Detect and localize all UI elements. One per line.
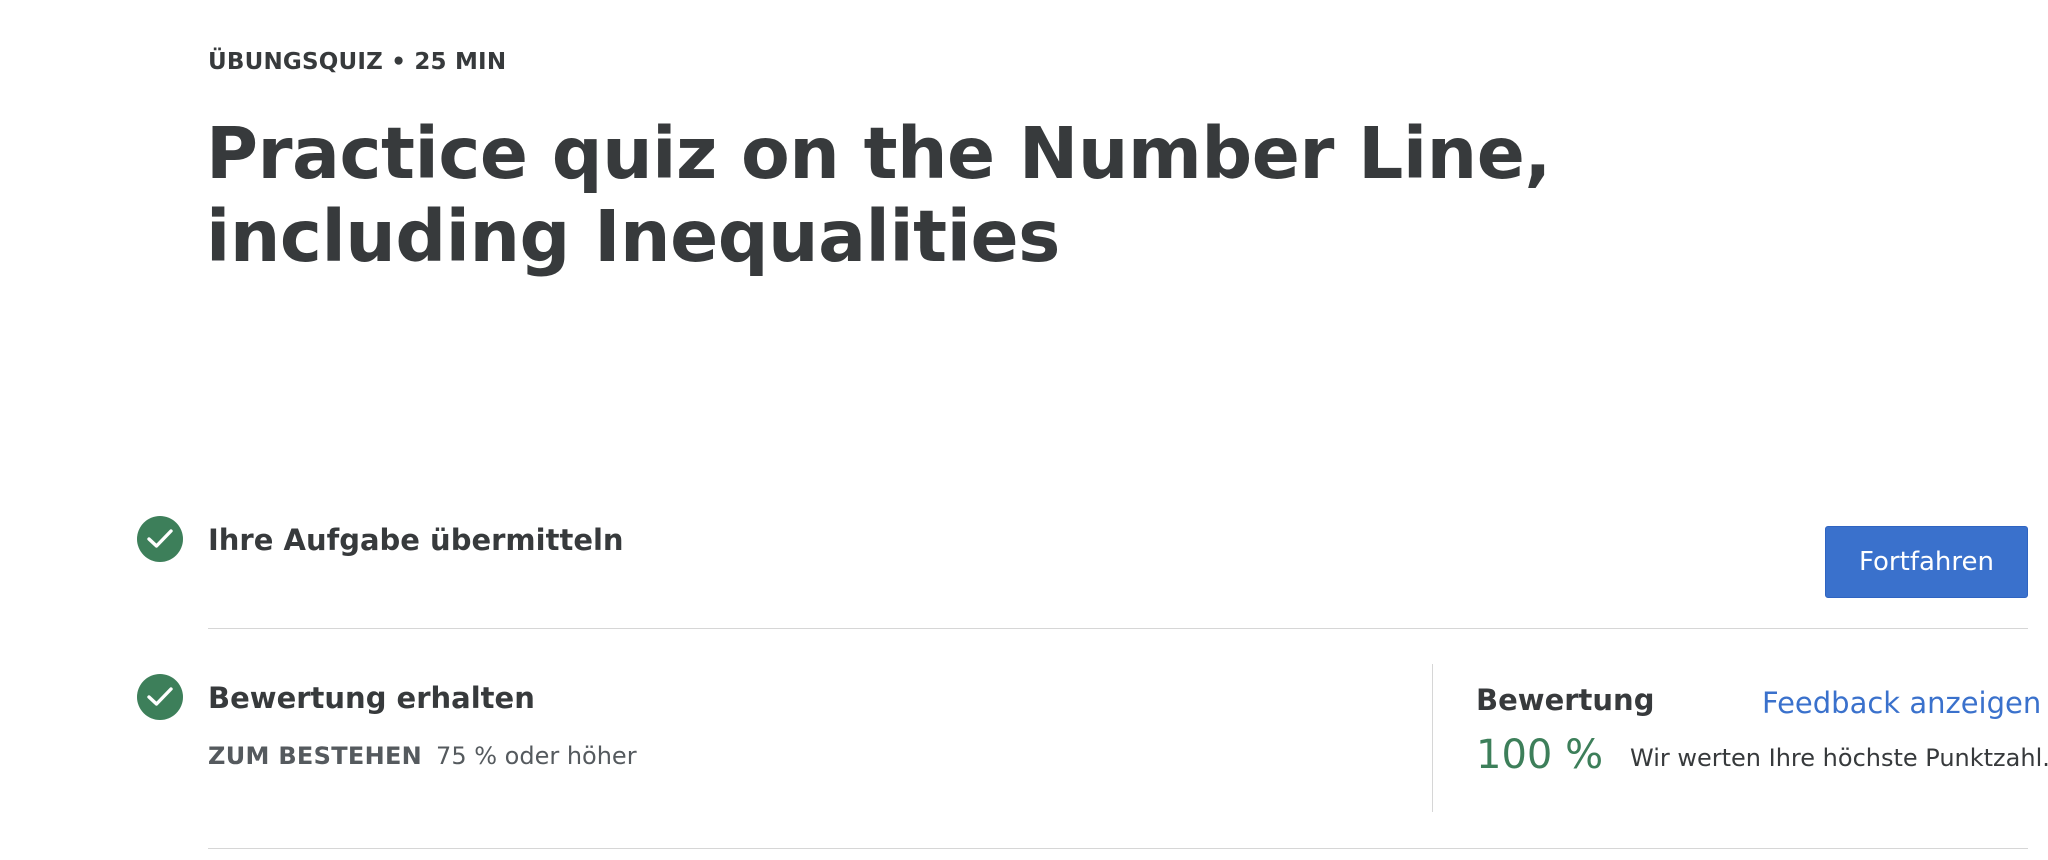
pass-label: ZUM BESTEHEN <box>208 742 423 770</box>
checkmark-glyph <box>147 529 173 548</box>
passing-requirement: ZUM BESTEHEN 75 % oder höher <box>208 742 637 770</box>
pass-value: 75 % oder höher <box>436 742 637 770</box>
submit-step-title: Ihre Aufgabe übermitteln <box>208 523 624 557</box>
grade-label: Bewertung <box>1476 683 1655 717</box>
divider <box>208 848 2028 849</box>
checkmark-glyph <box>147 687 173 706</box>
quiz-meta: ÜBUNGSQUIZ • 25 MIN <box>208 49 507 75</box>
page-title: Practice quiz on the Number Line, includ… <box>206 112 1551 278</box>
check-icon <box>137 516 183 562</box>
grade-step-title: Bewertung erhalten <box>208 681 535 715</box>
check-icon <box>137 674 183 720</box>
grade-value: 100 % <box>1476 732 1604 778</box>
continue-button[interactable]: Fortfahren <box>1825 526 2028 598</box>
divider <box>208 628 2028 629</box>
vertical-divider <box>1432 664 1433 812</box>
view-feedback-link[interactable]: Feedback anzeigen <box>1762 686 2041 720</box>
quiz-page: ÜBUNGSQUIZ • 25 MIN Practice quiz on the… <box>0 0 2048 860</box>
grade-note: Wir werten Ihre höchste Punktzahl. <box>1630 744 2048 772</box>
